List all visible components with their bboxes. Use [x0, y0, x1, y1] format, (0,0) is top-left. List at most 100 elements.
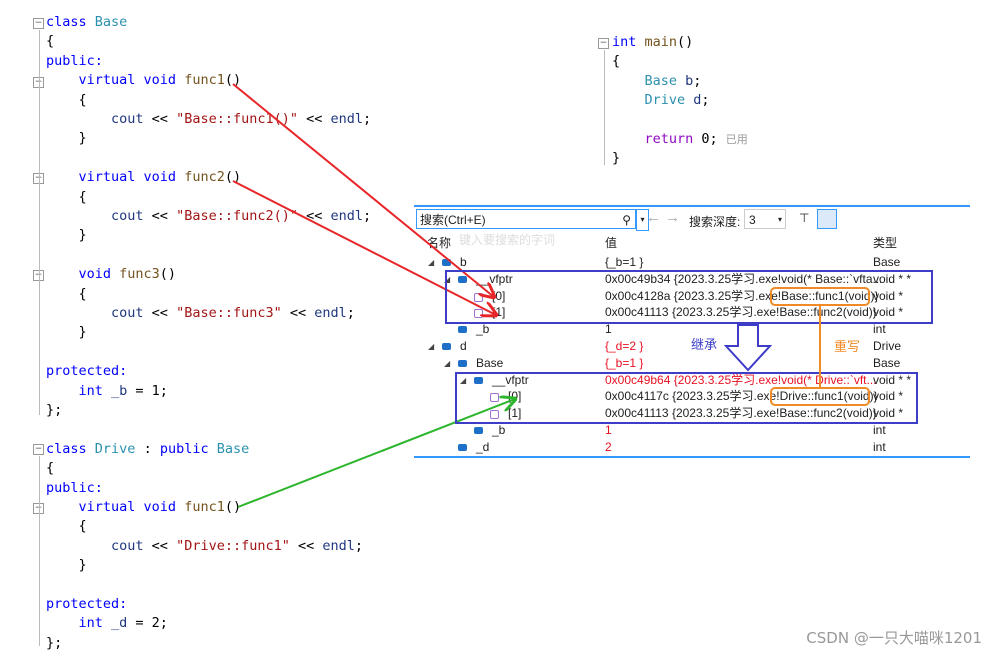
- code-line: {: [612, 52, 620, 71]
- code-line: public:: [46, 479, 103, 498]
- fold-guide: [604, 50, 605, 165]
- watch-row[interactable]: _d 2 int: [414, 439, 970, 456]
- row-type: void *: [873, 406, 904, 421]
- code-token: cout: [46, 208, 152, 224]
- code-token: void: [143, 499, 185, 515]
- expand-icon[interactable]: ◢: [428, 254, 434, 271]
- code-line: Base b;: [612, 72, 702, 91]
- code-token: "Base::func1()": [176, 111, 307, 127]
- variable-icon: [442, 343, 451, 350]
- search-depth-select[interactable]: 3 ▾: [744, 209, 786, 229]
- row-type: Base: [873, 355, 901, 370]
- code-token: class: [46, 14, 95, 30]
- watch-row[interactable]: [0] 0x00c4117c {2023.3.25学习.exe!Drive::fu…: [414, 388, 970, 405]
- code-token: {: [46, 285, 87, 302]
- code-line: cout << "Base::func1()" << endl;: [46, 110, 371, 129]
- code-token: _b: [111, 382, 136, 399]
- variable-icon: [442, 259, 451, 266]
- column-headers: 名称值类型: [427, 236, 898, 250]
- code-line: public:: [46, 52, 103, 71]
- variable-icon: [458, 326, 467, 334]
- collapse-icon[interactable]: −: [33, 18, 44, 29]
- row-type: Drive: [873, 339, 902, 353]
- code-token: (): [224, 169, 242, 186]
- code-line: }: [612, 149, 620, 168]
- row-value: {_b=1 }: [605, 355, 644, 370]
- view-toggle-icon[interactable]: [817, 209, 837, 229]
- code-line: cout << "Base::func2()" << endl;: [46, 207, 371, 226]
- row-type: int: [873, 322, 886, 337]
- row-name: d: [460, 339, 467, 353]
- search-input[interactable]: 搜索(Ctrl+E) ⚲: [416, 209, 636, 229]
- code-token: (): [224, 499, 242, 515]
- watch-row[interactable]: [1] 0x00c41113 {2023.3.25学习.exe!Base::fun…: [414, 304, 970, 321]
- code-token: {: [46, 33, 55, 50]
- code-token: }: [46, 130, 87, 147]
- watch-row[interactable]: [0] 0x00c4128a {2023.3.25学习.exe!Base::fun…: [414, 288, 970, 305]
- code-token: "Base::func2()": [176, 208, 307, 224]
- back-arrow-icon[interactable]: ← →: [646, 209, 680, 226]
- row-name: _d: [476, 439, 490, 454]
- collapse-icon[interactable]: −: [598, 38, 609, 49]
- row-value: 0x00c49b64 {2023.3.25学习.exe!void(* Drive…: [605, 372, 877, 387]
- row-type: void * *: [873, 372, 912, 387]
- variable-icon: [474, 427, 483, 434]
- code-token: <<: [151, 305, 177, 321]
- code-token: ;: [701, 92, 710, 109]
- expand-icon[interactable]: ◢: [428, 338, 434, 355]
- code-token: };: [46, 634, 63, 651]
- row-name: b: [460, 255, 467, 269]
- code-token: ;: [346, 305, 355, 321]
- variable-icon: [458, 275, 467, 283]
- code-token: virtual: [46, 72, 144, 89]
- code-token: void: [143, 72, 185, 89]
- code-token: cout: [46, 537, 152, 554]
- code-line: };: [46, 634, 62, 653]
- expand-icon[interactable]: ◢: [444, 355, 450, 372]
- expand-icon[interactable]: ◢: [460, 372, 466, 389]
- code-line: {: [46, 188, 87, 207]
- code-line: {: [46, 517, 87, 536]
- code-token: ;: [363, 111, 372, 127]
- row-value: 0x00c49b34 {2023.3.25学习.exe!void(* Base:…: [605, 271, 883, 286]
- search-depth-label: 搜索深度:: [689, 215, 741, 229]
- pin-filter-icon[interactable]: ⊤: [799, 211, 809, 225]
- code-token: return: [612, 131, 702, 147]
- watch-row[interactable]: ◢ __vfptr 0x00c49b34 {2023.3.25学习.exe!void…: [414, 271, 970, 288]
- code-token: <<: [306, 208, 331, 224]
- code-token: Drive: [612, 92, 694, 109]
- code-token: = 1;: [135, 382, 168, 399]
- row-type: Base: [873, 255, 901, 269]
- code-token: = 2;: [135, 615, 168, 632]
- watch-row[interactable]: ◢ __vfptr 0x00c49b64 {2023.3.25学习.exe!void…: [414, 372, 970, 389]
- expand-icon[interactable]: ◢: [444, 271, 450, 288]
- row-type: void * *: [873, 271, 912, 286]
- row-type: int: [873, 439, 886, 454]
- pointer-icon: [490, 393, 499, 403]
- watch-row[interactable]: ◢ b {_b=1 } Base: [414, 254, 970, 271]
- watch-row[interactable]: ◢ Base {_b=1 } Base: [414, 355, 970, 372]
- code-token: int: [612, 34, 645, 50]
- search-icon[interactable]: ⚲: [622, 210, 631, 230]
- code-token: }: [46, 324, 87, 341]
- code-line: int _b = 1;: [46, 382, 168, 401]
- code-line: Drive d;: [612, 91, 710, 110]
- code-token: class: [46, 440, 95, 457]
- inherit-label: 继承: [691, 338, 718, 353]
- variable-icon: [458, 443, 467, 451]
- watch-row[interactable]: [1] 0x00c41113 {2023.3.25学习.exe!Base::fun…: [414, 405, 970, 422]
- code-token: }: [46, 227, 87, 244]
- row-name: _b: [492, 423, 506, 437]
- code-line: class Drive : public Base: [46, 440, 249, 459]
- code-token: {: [612, 53, 621, 70]
- code-token: ;: [354, 537, 364, 554]
- row-name: Base: [476, 355, 504, 370]
- code-token: (): [677, 34, 694, 50]
- code-token: };: [46, 402, 63, 418]
- code-token: int: [46, 615, 112, 632]
- watch-row[interactable]: _b 1 int: [414, 422, 970, 439]
- pointer-icon: [474, 292, 483, 302]
- collapse-icon[interactable]: −: [33, 444, 44, 455]
- row-type: void *: [873, 305, 904, 320]
- code-line: return 0; 已用: [612, 130, 748, 149]
